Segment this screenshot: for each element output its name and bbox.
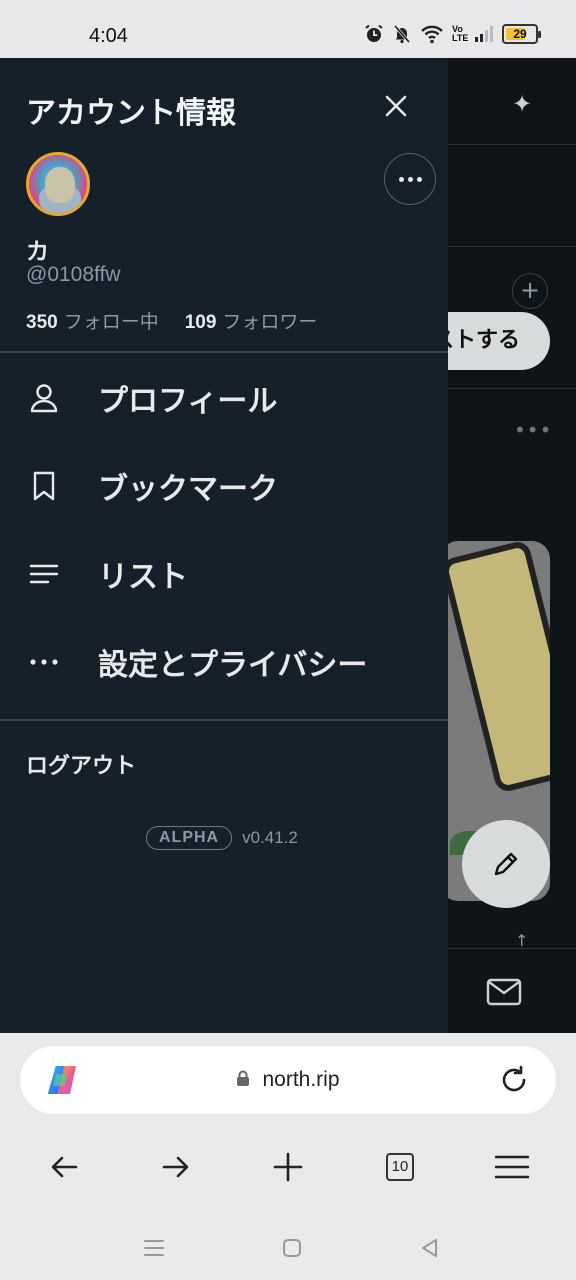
account-more-button[interactable]	[384, 153, 436, 205]
person-icon	[0, 382, 98, 414]
url-text: north.rip	[262, 1068, 340, 1091]
menu-item-label: ブックマーク	[98, 472, 278, 507]
following-label: フォロー中	[63, 311, 159, 333]
tabs-button[interactable]: 10	[372, 1139, 428, 1195]
pencil-icon	[494, 852, 518, 876]
user-handle: @0108ffw	[26, 263, 121, 286]
battery-level: 29	[513, 27, 527, 41]
status-bar: 4:04 Vo LTE 29	[0, 0, 576, 58]
new-tab-icon	[273, 1152, 303, 1182]
bg-divider	[448, 388, 576, 389]
bg-divider	[448, 144, 576, 145]
follow-stats: 350 フォロー中 109 フォロワー	[26, 307, 317, 334]
home-button[interactable]	[276, 1232, 308, 1264]
bg-divider	[448, 246, 576, 247]
list-icon	[0, 558, 98, 590]
menu-item-settings[interactable]: 設定とプライバシー	[0, 618, 448, 706]
close-button[interactable]	[376, 86, 416, 126]
version-text: v0.41.2	[242, 828, 298, 847]
avatar[interactable]	[26, 152, 90, 216]
followers-link[interactable]: 109 フォロワー	[185, 307, 318, 334]
followers-count: 109	[184, 312, 217, 333]
sparkle-icon: ✦	[512, 90, 533, 118]
signal-icon	[474, 25, 494, 43]
browser-nav: 10	[0, 1139, 576, 1195]
menu-item-label: 設定とプライバシー	[98, 648, 368, 683]
divider	[0, 351, 448, 353]
mail-icon	[486, 978, 522, 1010]
notifications-muted-icon	[392, 24, 412, 44]
more-icon: •••	[514, 418, 553, 442]
divider	[0, 719, 448, 721]
menu-item-bookmarks[interactable]: ブックマーク	[0, 442, 448, 530]
status-icons: Vo LTE 29	[364, 24, 541, 44]
menu-item-label: リスト	[98, 560, 188, 595]
close-icon	[385, 95, 407, 117]
alpha-badge: ALPHA	[146, 826, 233, 850]
recents-icon	[144, 1240, 164, 1256]
status-time: 4:04	[89, 25, 128, 47]
bookmark-icon	[0, 470, 98, 502]
display-name: カ	[26, 239, 49, 265]
following-count: 350	[26, 312, 58, 333]
followers-label: フォロワー	[222, 311, 318, 333]
system-back-button[interactable]	[414, 1232, 446, 1264]
recents-button[interactable]	[138, 1232, 170, 1264]
menu-icon	[495, 1155, 529, 1179]
version-info: ALPHA v0.41.2	[146, 826, 298, 850]
compose-button	[462, 820, 550, 908]
back-button[interactable]	[36, 1139, 92, 1195]
tab-count: 10	[386, 1153, 414, 1181]
forward-icon	[162, 1156, 189, 1178]
address-bar[interactable]: north.rip	[20, 1046, 556, 1114]
drawer-title: アカウント情報	[26, 96, 236, 131]
add-icon: +	[512, 273, 548, 309]
back-icon	[51, 1156, 78, 1178]
menu-item-label: プロフィール	[98, 384, 278, 419]
browser-menu-button[interactable]	[484, 1139, 540, 1195]
following-link[interactable]: 350 フォロー中	[26, 307, 159, 334]
reload-icon[interactable]	[498, 1064, 530, 1100]
wifi-icon	[420, 24, 444, 44]
back-triangle-icon	[422, 1239, 437, 1257]
new-tab-button[interactable]	[260, 1139, 316, 1195]
alarm-icon	[364, 24, 384, 44]
home-icon	[283, 1239, 301, 1257]
logout-button[interactable]: ログアウト	[26, 748, 136, 780]
menu-item-profile[interactable]: プロフィール	[0, 354, 448, 442]
volte-icon: Vo LTE	[452, 24, 469, 43]
more-horizontal-icon	[0, 646, 98, 678]
lock-icon	[236, 1070, 250, 1090]
menu-item-lists[interactable]: リスト	[0, 530, 448, 618]
forward-button[interactable]	[148, 1139, 204, 1195]
browser-toolbar: north.rip 10	[0, 1033, 576, 1280]
battery-icon: 29	[502, 24, 541, 44]
account-drawer: アカウント情報 カ @0108ffw 350 フォロー中 109 フォロワー プロフ…	[0, 58, 448, 1033]
system-navigation	[0, 1228, 576, 1268]
